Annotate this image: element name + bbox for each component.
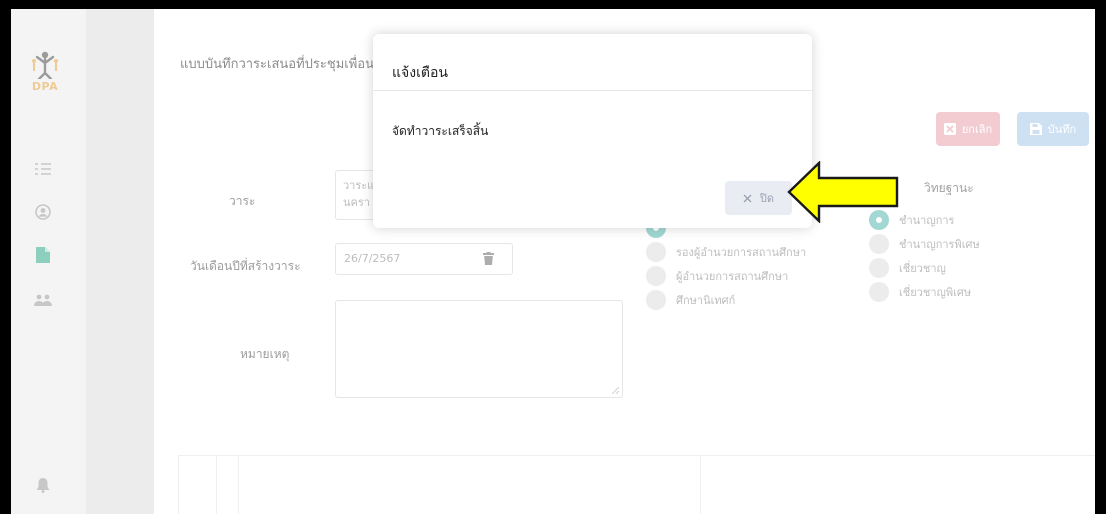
dialog-divider xyxy=(373,90,812,91)
dialog-close-label: ปิด xyxy=(759,192,775,205)
alert-dialog: แจ้งเตือน จัดทำวาระเสร็จสิ้น ปิด xyxy=(373,34,812,228)
dialog-title: แจ้งเตือน xyxy=(392,65,448,81)
close-icon xyxy=(743,194,752,202)
app-window: DPA แบบบันทึกวาระเสนอที่ประชุมเพื่อน ยกเ… xyxy=(11,9,1095,514)
annotation-arrow-icon xyxy=(787,161,899,223)
dialog-close-button[interactable]: ปิด xyxy=(725,181,792,215)
dialog-message: จัดทำวาระเสร็จสิ้น xyxy=(392,124,489,138)
